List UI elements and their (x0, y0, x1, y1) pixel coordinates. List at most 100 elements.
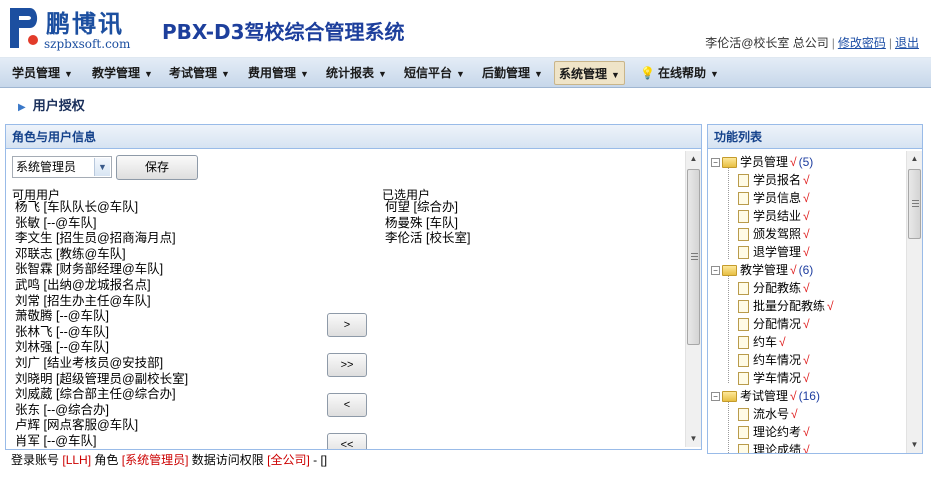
list-item[interactable]: 刘常 [招生办主任@车队] (12, 294, 312, 310)
left-panel-scrollbar[interactable]: ▲ ▼ (685, 151, 701, 447)
nav-item-help[interactable]: 💡 在线帮助 ▼ (636, 61, 723, 85)
caret-down-icon: ▼ (221, 69, 230, 79)
list-item[interactable]: 萧敬腾 [--@车队] (12, 309, 312, 325)
nav-item-system[interactable]: 系统管理 ▼ (554, 61, 625, 85)
tree-leaf-label: 退学管理 (753, 245, 802, 259)
tree-node-exam[interactable]: − 考试管理 √ (16) (711, 387, 905, 405)
caret-down-icon: ▼ (300, 69, 309, 79)
tree-leaf[interactable]: 理论约考 √ (711, 423, 905, 441)
nav-item-exam[interactable]: 考试管理 ▼ (165, 61, 234, 85)
list-item[interactable]: 杨曼殊 [车队] (382, 216, 682, 232)
tree-leaf[interactable]: 理论成绩 √ (711, 441, 905, 453)
scroll-down-icon[interactable]: ▼ (686, 431, 701, 447)
function-list-scrollbar[interactable]: ▲ ▼ (906, 151, 922, 453)
nav-item-fees[interactable]: 费用管理 ▼ (244, 61, 313, 85)
check-mark: √ (803, 443, 810, 453)
caret-down-icon: ▼ (64, 69, 73, 79)
nav-item-reports[interactable]: 统计报表 ▼ (322, 61, 391, 85)
list-item[interactable]: 张敏 [--@车队] (12, 216, 312, 232)
tree-leaf[interactable]: 批量分配教练 √ (711, 297, 905, 315)
list-item[interactable]: 刘晓明 [超级管理员@副校长室] (12, 372, 312, 388)
list-item[interactable]: 张东 [--@综合办] (12, 403, 312, 419)
logout-link[interactable]: 退出 (895, 36, 919, 50)
tree-leaf[interactable]: 学员报名 √ (711, 171, 905, 189)
collapse-icon[interactable]: − (711, 266, 720, 276)
available-users-list[interactable]: 杨飞 [车队队长@车队] 张敏 [--@车队] 李文生 [招生员@招商海月点] … (12, 200, 312, 450)
status-account-label: 登录账号 (11, 453, 60, 467)
status-account: [LLH] (62, 453, 92, 467)
list-item[interactable]: 卢辉 [网点客服@车队] (12, 418, 312, 434)
document-icon (738, 300, 749, 314)
tree-leaf[interactable]: 学员结业 √ (711, 207, 905, 225)
selected-users-list[interactable]: 何望 [综合办] 杨曼殊 [车队] 李伦活 [校长室] (382, 200, 682, 450)
list-item[interactable]: 肖军 [--@车队] (12, 434, 312, 450)
save-button[interactable]: 保存 (116, 155, 198, 180)
tree-leaf[interactable]: 约车 √ (711, 333, 905, 351)
collapse-icon[interactable]: − (711, 158, 720, 168)
tree-node-count: (5) (798, 155, 814, 169)
move-all-right-button[interactable]: >> (327, 353, 367, 377)
check-mark: √ (803, 209, 810, 223)
document-icon (738, 426, 749, 440)
check-mark: √ (790, 155, 797, 169)
change-password-link[interactable]: 修改密码 (838, 36, 886, 50)
roles-users-panel: 角色与用户信息 系统管理员 ▼ 保存 可用用户 已选用户 杨飞 [车队队长@车队… (5, 124, 702, 468)
tree-leaf[interactable]: 流水号 √ (711, 405, 905, 423)
scroll-up-icon[interactable]: ▲ (686, 151, 701, 167)
document-icon (738, 282, 749, 296)
status-role: [系统管理员] (121, 453, 189, 467)
check-mark: √ (790, 263, 797, 277)
tree-leaf[interactable]: 退学管理 √ (711, 243, 905, 261)
tree-leaf[interactable]: 学员信息 √ (711, 189, 905, 207)
check-mark: √ (803, 425, 810, 439)
document-icon (738, 228, 749, 242)
status-scope-label: 数据访问权限 (191, 453, 264, 467)
tree-leaf-label: 分配教练 (753, 281, 802, 295)
nav-item-sms[interactable]: 短信平台 ▼ (400, 61, 469, 85)
chevron-down-icon[interactable]: ▼ (94, 158, 110, 176)
list-item[interactable]: 刘林强 [--@车队] (12, 340, 312, 356)
tree-node-count: (16) (798, 389, 820, 403)
list-item[interactable]: 张林飞 [--@车队] (12, 325, 312, 341)
tree-leaf[interactable]: 学车情况 √ (711, 369, 905, 387)
scrollbar-thumb[interactable] (908, 169, 921, 239)
list-item[interactable]: 武鸣 [出纳@龙城报名点] (12, 278, 312, 294)
list-item[interactable]: 李伦活 [校长室] (382, 231, 682, 247)
nav-item-logistics[interactable]: 后勤管理 ▼ (478, 61, 547, 85)
list-item[interactable]: 杨飞 [车队队长@车队] (12, 200, 312, 216)
list-item[interactable]: 邓联志 [教练@车队] (12, 247, 312, 263)
function-list-panel: 功能列表 − 学员管理 √ (5) 学员报名 √ 学员信息 √ 学员结业 √ 颁发驾照 √ 退… (707, 124, 923, 454)
page-title-text: 用户授权 (32, 98, 85, 113)
scrollbar-thumb[interactable] (687, 169, 700, 345)
nav-item-student[interactable]: 学员管理 ▼ (8, 61, 77, 85)
tree-node-count: (6) (798, 263, 814, 277)
list-item[interactable]: 张智霖 [财务部经理@车队] (12, 262, 312, 278)
collapse-icon[interactable]: − (711, 392, 720, 402)
app-header: 鹏博讯 szpbxsoft.com PBX-D3驾校综合管理系统 李伦活@校长室… (0, 0, 931, 58)
caret-down-icon: ▼ (534, 69, 543, 79)
list-item[interactable]: 何望 [综合办] (382, 200, 682, 216)
tree-leaf[interactable]: 颁发驾照 √ (711, 225, 905, 243)
tree-leaf[interactable]: 分配教练 √ (711, 279, 905, 297)
list-item[interactable]: 刘广 [结业考核员@安技部] (12, 356, 312, 372)
panel-header: 角色与用户信息 (6, 125, 701, 149)
nav-label: 短信平台 (404, 66, 453, 80)
scroll-up-icon[interactable]: ▲ (907, 151, 922, 167)
status-role-label: 角色 (94, 453, 119, 467)
tree-leaf[interactable]: 分配情况 √ (711, 315, 905, 333)
move-right-button[interactable]: > (327, 313, 367, 337)
list-item[interactable]: 刘威葳 [综合部主任@综合办] (12, 387, 312, 403)
tree-leaf[interactable]: 约车情况 √ (711, 351, 905, 369)
logo: 鹏博讯 szpbxsoft.com (6, 4, 142, 54)
caret-down-icon: ▼ (611, 70, 620, 80)
role-select[interactable]: 系统管理员 ▼ (12, 156, 112, 178)
tree-node-student[interactable]: − 学员管理 √ (5) (711, 153, 905, 171)
triangle-right-icon: ▶ (18, 102, 26, 113)
document-icon (738, 210, 749, 224)
tree-node-teaching[interactable]: − 教学管理 √ (6) (711, 261, 905, 279)
move-left-button[interactable]: < (327, 393, 367, 417)
scroll-down-icon[interactable]: ▼ (907, 437, 922, 453)
list-item[interactable]: 李文生 [招生员@招商海月点] (12, 231, 312, 247)
nav-item-teaching[interactable]: 教学管理 ▼ (88, 61, 157, 85)
system-title: PBX-D3驾校综合管理系统 (162, 20, 405, 44)
